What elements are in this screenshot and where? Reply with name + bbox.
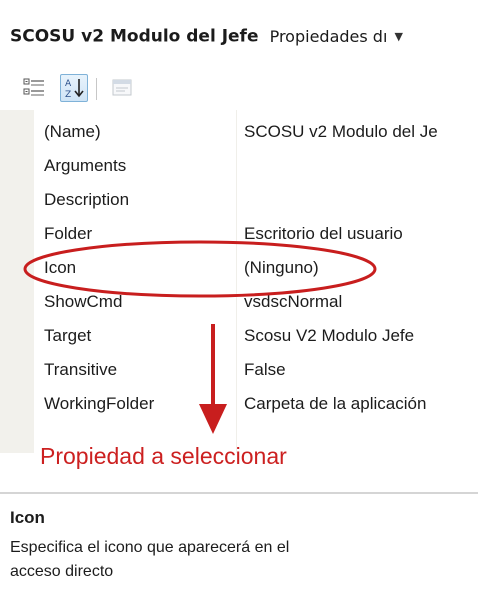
property-value[interactable]: False [244,360,478,380]
selected-object-type: Propiedades dı [269,27,388,46]
property-value[interactable]: Carpeta de la aplicación [244,394,478,414]
properties-window: SCOSU v2 Modulo del Jefe Propiedades dı … [0,0,478,599]
alphabetical-sort-icon[interactable]: A Z [60,74,88,102]
object-selector[interactable]: SCOSU v2 Modulo del Jefe Propiedades dı … [10,26,478,50]
description-pane: Icon Especifica el icono que aparecerá e… [0,494,478,599]
property-grid: (Name) SCOSU v2 Modulo del Je Arguments … [0,110,478,453]
property-name: Transitive [44,360,118,379]
selected-object-name: SCOSU v2 Modulo del Jefe [10,26,259,47]
property-name: WorkingFolder [44,394,155,413]
property-row-icon[interactable]: Icon (Ninguno) [0,252,478,286]
property-name: Arguments [44,156,127,175]
property-name: ShowCmd [44,292,123,311]
properties-header: SCOSU v2 Modulo del Jefe Propiedades dı … [0,0,478,68]
description-title: Icon [10,508,45,527]
property-name: (Name) [44,122,101,141]
property-name: Folder [44,224,93,243]
property-row-description[interactable]: Description [0,184,478,218]
property-row-arguments[interactable]: Arguments [0,150,478,184]
svg-text:Z: Z [65,90,71,100]
property-row-workingfolder[interactable]: WorkingFolder Carpeta de la aplicación [0,388,478,422]
property-row-folder[interactable]: Folder Escritorio del usuario [0,218,478,252]
annotation-label: Propiedad a seleccionar [40,443,287,469]
description-text: Especifica el icono que aparecerá en el … [10,539,290,580]
svg-text:A: A [65,79,72,89]
property-value[interactable]: Scosu V2 Modulo Jefe [244,326,478,346]
property-value[interactable]: (Ninguno) [244,258,478,278]
toolbar-separator [96,78,97,100]
property-name: Description [44,190,130,209]
property-row-name[interactable]: (Name) SCOSU v2 Modulo del Je [0,116,478,150]
property-row-target[interactable]: Target Scosu V2 Modulo Jefe [0,320,478,354]
properties-toolbar: A Z [0,68,478,108]
property-name: Target [44,326,92,345]
property-row-transitive[interactable]: Transitive False [0,354,478,388]
categorized-icon[interactable] [20,74,48,102]
property-name: Icon [44,258,77,277]
property-value[interactable]: Escritorio del usuario [244,224,478,244]
property-value[interactable]: SCOSU v2 Modulo del Je [244,122,478,142]
chevron-down-icon[interactable]: ▼ [394,30,402,43]
property-value[interactable]: vsdscNormal [244,292,478,312]
property-pages-icon[interactable] [108,74,136,102]
property-row-showcmd[interactable]: ShowCmd vsdscNormal [0,286,478,320]
